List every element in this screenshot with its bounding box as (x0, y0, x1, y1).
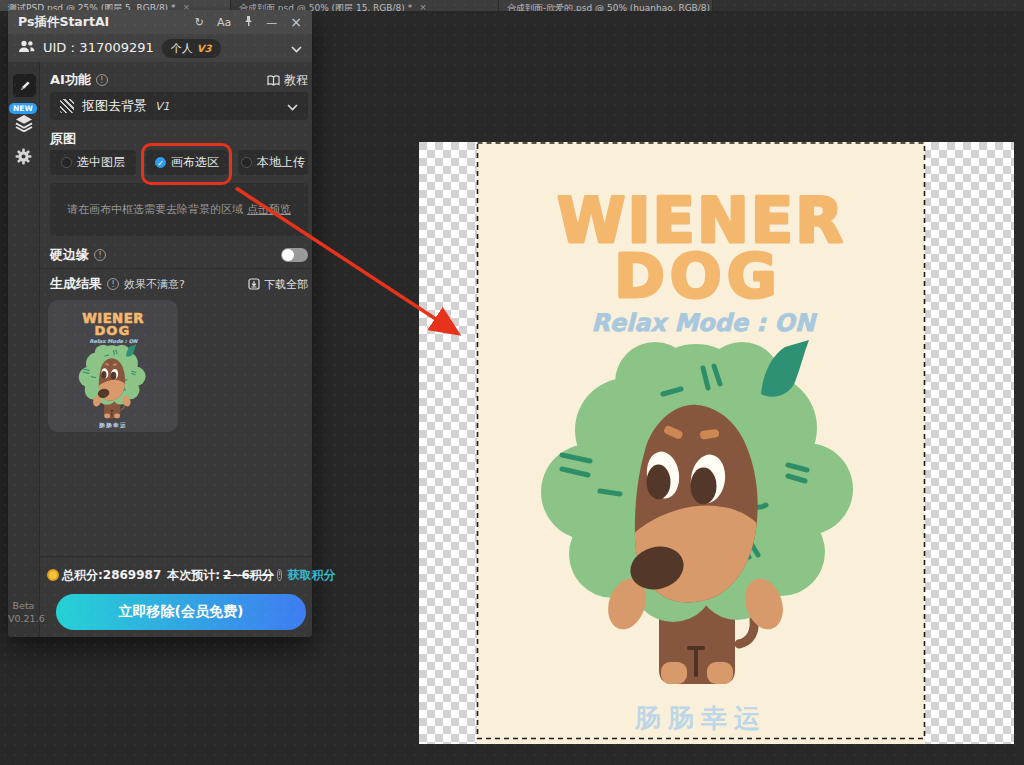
source-image-label: 原图 (50, 130, 76, 148)
source-option-local-upload[interactable]: 本地上传 (238, 150, 308, 175)
plugin-titlebar: Ps插件StartAI ↻ Aa — × (8, 10, 312, 34)
uid-bar: UID：317009291 个人 V3 (8, 34, 312, 62)
version-badge: V3 (197, 43, 212, 54)
account-badge[interactable]: 个人 V3 (162, 39, 221, 58)
plugin-title: Ps插件StartAI (18, 14, 109, 31)
book-icon (267, 75, 280, 86)
result-thumbnail[interactable] (48, 300, 178, 432)
annotation-highlight-rect (141, 143, 232, 185)
radio-icon (241, 157, 252, 168)
source-option-selected-layer[interactable]: 选中图层 (50, 150, 136, 175)
ai-functions-label: AI功能 (50, 71, 91, 89)
pin-icon[interactable] (244, 15, 253, 29)
refresh-icon[interactable]: ↻ (195, 17, 204, 28)
chevron-down-icon (287, 99, 298, 114)
poster-artwork (477, 142, 925, 744)
tool-layers[interactable] (14, 114, 34, 136)
photoshop-canvas (419, 142, 1014, 744)
hard-edge-toggle[interactable] (281, 248, 308, 262)
coin-icon (47, 569, 59, 581)
uid-value: UID：317009291 (43, 39, 154, 57)
instruction-box: 请在画布中框选需要去除背景的区域 点击预览 (50, 183, 308, 236)
minimize-icon[interactable]: — (266, 17, 277, 28)
plugin-toolbar: NEW Beta V0.21.6 (8, 62, 40, 637)
new-badge: NEW (9, 103, 37, 114)
results-hint[interactable]: 效果不满意? (124, 277, 185, 292)
estimate-value: 2~6积分 (223, 567, 274, 584)
tab-close-icon[interactable]: × (419, 2, 427, 11)
user-icon (18, 40, 35, 56)
tool-edit-pencil[interactable] (13, 74, 36, 97)
download-all-button[interactable]: 下载全部 (248, 277, 308, 292)
results-label: 生成结果 (50, 275, 102, 293)
radio-icon (61, 157, 72, 168)
gear-icon[interactable] (15, 148, 32, 169)
textsize-icon[interactable]: Aa (217, 17, 231, 28)
info-icon[interactable]: ! (107, 278, 119, 290)
preview-link[interactable]: 点击预览 (247, 202, 291, 217)
info-icon[interactable]: ! (94, 249, 106, 261)
close-icon[interactable]: × (290, 15, 302, 29)
tutorial-button[interactable]: 教程 (267, 72, 308, 89)
beta-label: Beta (8, 600, 39, 611)
tab-document-3[interactable]: 合成到面-欣爱的.psd @ 50% (huanhao, RGB/8) *× (499, 0, 713, 11)
startai-plugin-panel: Ps插件StartAI ↻ Aa — × UID：317009291 个人 V3… (8, 10, 312, 637)
chevron-down-icon[interactable] (291, 41, 302, 56)
get-points-link[interactable]: 获取积分 (287, 567, 335, 584)
hard-edge-label: 硬边缘 (50, 246, 89, 264)
estimate-label: 本次预计: (167, 567, 220, 584)
download-icon (248, 278, 260, 290)
version-label: V0.21.6 (8, 613, 39, 624)
matting-icon (60, 99, 74, 113)
info-icon[interactable]: ! (96, 74, 108, 86)
feature-dropdown[interactable]: 抠图去背景 V1 (50, 92, 308, 120)
total-points: 总积分:2869987 (62, 567, 161, 584)
remove-now-button[interactable]: 立即移除(会员免费) (56, 594, 306, 630)
info-icon[interactable]: ! (277, 569, 283, 581)
